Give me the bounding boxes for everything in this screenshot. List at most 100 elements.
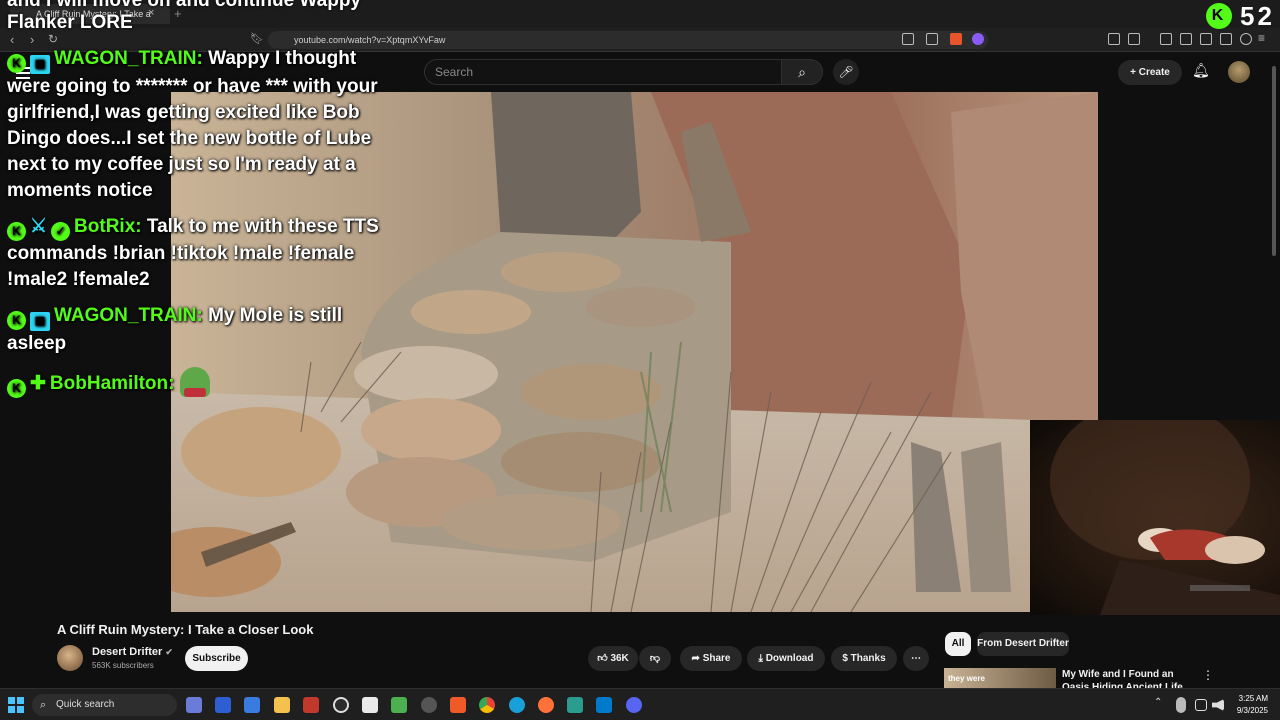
teams-icon[interactable] (215, 697, 231, 713)
dislike-icon: 👎︎ (649, 653, 661, 664)
kick-badge-icon: K (7, 379, 26, 398)
screen: A Cliff Ruin Mystery: I Take a × + ‹ › ↻… (0, 0, 1280, 720)
share-label: Share (702, 653, 731, 664)
viewer-counter: K 52 (1206, 0, 1275, 31)
leo-icon[interactable] (1240, 33, 1252, 45)
share-page-icon[interactable] (926, 33, 938, 45)
volume-icon[interactable] (1212, 699, 1224, 711)
mic-icon: 🎤︎ (838, 65, 854, 79)
mic-tray-icon[interactable] (1176, 697, 1186, 713)
thanks-button[interactable]: $ Thanks (831, 646, 897, 671)
remote-desktop-icon[interactable] (244, 697, 260, 713)
firefox-icon[interactable] (538, 697, 554, 713)
like-count: 36K (610, 653, 629, 664)
file-explorer-icon[interactable] (274, 697, 290, 713)
app-icon-white[interactable] (362, 697, 378, 713)
subscribe-label: Subscribe (192, 653, 241, 664)
filter-chip-channel[interactable]: From Desert Drifter (977, 632, 1069, 656)
more-icon: ⋯ (911, 653, 921, 664)
app-icon-red[interactable] (303, 697, 319, 713)
cast-icon[interactable] (902, 33, 914, 45)
voice-search-button[interactable]: 🎤︎ (833, 59, 859, 85)
task-view-icon[interactable] (186, 697, 202, 713)
obs-icon[interactable] (333, 697, 349, 713)
chat-username: BobHamilton: (49, 373, 175, 394)
chat-username: WAGON_TRAIN: (54, 48, 203, 69)
vpn-icon[interactable] (1220, 33, 1232, 45)
download-button[interactable]: ⤓ Download (747, 646, 825, 671)
sword-badge-icon: ⚔︎ (30, 216, 48, 237)
screenshot-icon[interactable] (1128, 33, 1140, 45)
kick-badge-icon: K (7, 222, 26, 241)
page-scrollbar[interactable] (1272, 66, 1276, 256)
clock-date: 9/3/2025 (1236, 706, 1268, 715)
thanks-icon: $ (842, 653, 848, 664)
brave-browser-icon[interactable] (450, 697, 466, 713)
wallet-icon[interactable] (1200, 33, 1212, 45)
chrome-icon[interactable] (479, 697, 495, 713)
search-button[interactable]: ⌕ (781, 59, 823, 85)
chat-overlay: K ▦ WAGON_TRAIN: Wappy I thought were goin… (7, 46, 402, 408)
kick-logo-icon: K (1206, 3, 1232, 29)
subscribe-button[interactable]: Subscribe (185, 646, 248, 671)
share-icon: ➦ (691, 653, 700, 664)
reload-icon[interactable]: ↻ (48, 32, 58, 46)
bell-icon[interactable]: 🔔︎ (1192, 62, 1210, 79)
overlay-top-text: and I will move on and continue Wappy Fl… (7, 0, 361, 34)
verified-badge-icon: ✓ (51, 222, 71, 241)
recommended-thumbnail[interactable]: they were (944, 668, 1056, 688)
filter-chip-label: From Desert Drifter (977, 638, 1069, 649)
overlay-top-line-1: and I will move on and continue Wappy (7, 0, 361, 11)
recommended-more-icon[interactable]: ⋮ (1202, 668, 1214, 682)
taskbar-search[interactable]: ⌕ Quick search (32, 694, 177, 716)
pepe-emote-icon (179, 367, 210, 397)
forward-icon[interactable]: › (30, 32, 34, 47)
thumbnail-text: they were (948, 674, 985, 683)
back-icon[interactable]: ‹ (10, 32, 14, 47)
recommended-title[interactable]: My Wife and I Found an Oasis Hiding Anci… (1062, 668, 1200, 688)
taskbar-search-label: Quick search (56, 699, 115, 710)
discord-icon[interactable] (626, 697, 642, 713)
vscode-icon[interactable] (596, 697, 612, 713)
brave-shield-icon[interactable] (950, 33, 962, 45)
like-button[interactable]: 👍︎ 36K (588, 646, 638, 671)
sidebar-icon[interactable] (1180, 33, 1192, 45)
create-button[interactable]: + Create (1118, 60, 1182, 85)
search-placeholder: Search (435, 65, 474, 79)
thanks-label: Thanks (850, 653, 886, 664)
chat-message: K ✚ BobHamilton: (7, 367, 402, 398)
tray-chevron-icon[interactable]: ⌃ (1154, 697, 1162, 708)
brave-rewards-icon[interactable] (972, 33, 984, 45)
channel-name[interactable]: Desert Drifter ✔︎ (92, 646, 173, 658)
kick-badge-icon: K (7, 311, 26, 330)
share-button[interactable]: ➦ Share (680, 646, 742, 671)
chat-message: K ▦ WAGON_TRAIN: Wappy I thought were goin… (7, 46, 402, 204)
chat-message: K ▦ WAGON_TRAIN: My Mole is still asleep (7, 303, 402, 357)
gift-badge-icon: ✚ (30, 373, 46, 394)
channel-avatar[interactable] (57, 645, 83, 671)
windows-taskbar: ⌕ Quick search ⌃ 3:25 AM 9/3/2025 (0, 688, 1280, 720)
menu-icon[interactable]: ≡ (1258, 32, 1270, 45)
media-icon[interactable] (1160, 33, 1172, 45)
taskbar-clock[interactable]: 3:25 AM 9/3/2025 (1228, 693, 1268, 717)
account-avatar[interactable] (1228, 61, 1250, 83)
search-input[interactable]: Search (424, 59, 782, 85)
create-label: + Create (1130, 67, 1170, 78)
extensions-icon[interactable] (1108, 33, 1120, 45)
subscriber-badge-icon: ▦ (30, 55, 50, 74)
app-icon-teal[interactable] (567, 697, 583, 713)
viewer-count: 52 (1240, 0, 1275, 31)
app-icon-gray[interactable] (421, 697, 437, 713)
download-label: Download (765, 653, 814, 664)
channel-subscribers: 563K subscribers (92, 661, 154, 670)
webcam-image (1050, 400, 1280, 615)
dislike-button[interactable]: 👎︎ (639, 646, 671, 671)
more-actions-button[interactable]: ⋯ (903, 646, 929, 671)
network-icon[interactable] (1195, 699, 1207, 711)
chat-username: WAGON_TRAIN: (54, 305, 203, 326)
edge-icon[interactable] (509, 697, 525, 713)
filter-chip-all[interactable]: All (945, 632, 971, 656)
subscriber-badge-icon: ▦ (30, 312, 50, 331)
windows-start-icon[interactable] (8, 697, 24, 713)
app-icon-green[interactable] (391, 697, 407, 713)
